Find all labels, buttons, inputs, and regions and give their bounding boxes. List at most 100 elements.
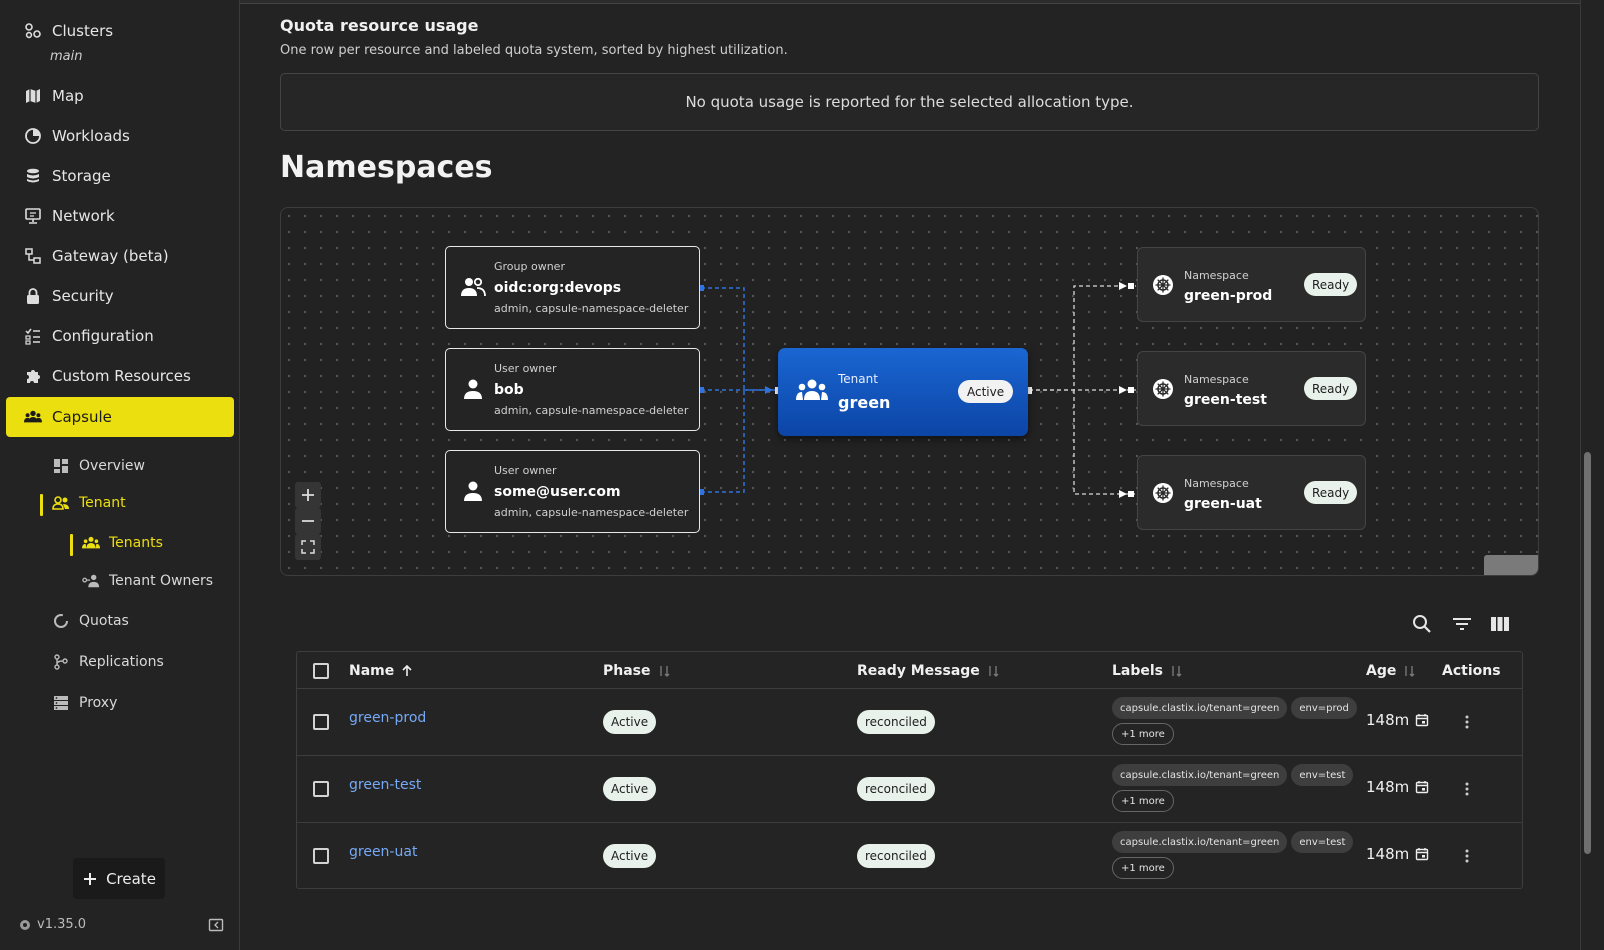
sidebar-item-map[interactable]: Map (6, 77, 234, 115)
tenant-card[interactable]: Tenant green Active (778, 348, 1028, 436)
owner-edge-arrow (765, 386, 773, 394)
sidebar-item-replications[interactable]: Replications (52, 647, 164, 677)
owner-card-user-bob[interactable]: User owner bob admin, capsule-namespace-… (445, 348, 700, 431)
row-actions-menu-icon[interactable] (1458, 847, 1476, 865)
gateway-icon (24, 247, 42, 265)
namespace-status-badge: Ready (1304, 481, 1358, 504)
namespace-graph[interactable]: Group owner oidc:org:devops admin, capsu… (280, 207, 1539, 576)
group-icon (795, 378, 829, 406)
namespace-card-green-uat[interactable]: Namespace green-uat Ready (1137, 455, 1366, 530)
quota-icon (52, 612, 70, 630)
sidebar-item-workloads[interactable]: Workloads (6, 117, 234, 155)
more-labels-chip[interactable]: +1 more (1112, 857, 1174, 879)
sidebar-item-clusters[interactable]: Clusters (6, 12, 234, 50)
columns-icon[interactable] (1488, 612, 1512, 636)
namespace-link[interactable]: green-test (349, 777, 421, 793)
namespace-status-badge: Ready (1304, 377, 1358, 400)
column-header-name[interactable]: Name (349, 652, 414, 689)
namespace-status-badge: Ready (1304, 273, 1358, 296)
group-icon (82, 534, 100, 552)
fit-view-button[interactable] (295, 534, 321, 560)
row-actions-menu-icon[interactable] (1458, 713, 1476, 731)
version-info: v1.35.0 (19, 917, 86, 932)
column-header-phase[interactable]: Phase (603, 652, 671, 689)
sidebar-item-custom-resources[interactable]: Custom Resources (6, 357, 234, 395)
ns-2-handle (1128, 491, 1134, 497)
sidebar-item-tenant[interactable]: Tenant (52, 488, 126, 518)
sidebar-item-label: Quotas (79, 613, 129, 629)
filter-icon[interactable] (1450, 612, 1474, 636)
edge-owner-0 (701, 287, 778, 391)
tenant-selected-indicator (40, 494, 43, 516)
collapse-icon (208, 918, 224, 932)
column-label: Ready Message (857, 662, 980, 679)
age-value: 148m (1366, 711, 1410, 729)
scrollbar-thumb[interactable] (1584, 452, 1591, 854)
search-icon[interactable] (1410, 612, 1434, 636)
namespace-link[interactable]: green-prod (349, 710, 426, 726)
sidebar-item-tenants[interactable]: Tenants (82, 528, 163, 558)
sidebar-item-proxy[interactable]: Proxy (52, 688, 117, 718)
sidebar-item-security[interactable]: Security (6, 277, 234, 315)
workloads-icon (24, 127, 42, 145)
zoom-out-button[interactable] (295, 508, 321, 534)
sidebar-item-network[interactable]: Network (6, 197, 234, 235)
sidebar-item-quotas[interactable]: Quotas (52, 606, 129, 636)
owner-kind: User owner (494, 464, 557, 477)
sidebar-item-tenant-owners[interactable]: Tenant Owners (82, 566, 213, 596)
table-row[interactable]: green-test Active reconciled capsule.cla… (297, 756, 1522, 823)
graph-minimap[interactable] (1484, 555, 1538, 575)
age-value: 148m (1366, 778, 1410, 796)
row-actions-menu-icon[interactable] (1458, 780, 1476, 798)
sort-icon (989, 665, 999, 677)
user-icon (460, 480, 486, 506)
group-icon (24, 408, 42, 426)
kubernetes-icon (1152, 274, 1174, 296)
sidebar-item-label: Tenant (79, 495, 126, 511)
sidebar-item-capsule[interactable]: Capsule (6, 397, 234, 437)
sidebar-item-storage[interactable]: Storage (6, 157, 234, 195)
puzzle-icon (24, 367, 42, 385)
sidebar-item-gateway[interactable]: Gateway (beta) (6, 237, 234, 275)
table-row[interactable]: green-uat Active reconciled capsule.clas… (297, 823, 1522, 890)
phase-badge: Active (603, 844, 657, 868)
server-icon (52, 694, 70, 712)
kubernetes-icon (1152, 378, 1174, 400)
label-chip: env=test (1291, 831, 1354, 853)
clusters-icon (24, 22, 42, 40)
row-checkbox[interactable] (313, 848, 329, 864)
branch-icon (52, 653, 70, 671)
zoom-in-button[interactable] (295, 482, 321, 508)
sidebar-item-overview[interactable]: Overview (52, 451, 145, 481)
row-checkbox[interactable] (313, 781, 329, 797)
sidebar-item-configuration[interactable]: Configuration (6, 317, 234, 355)
column-header-age[interactable]: Age (1366, 652, 1416, 689)
row-checkbox[interactable] (313, 714, 329, 730)
owner-card-user-email[interactable]: User owner some@user.com admin, capsule-… (445, 450, 700, 533)
owner-name: oidc:org:devops (494, 280, 622, 296)
ns-2-arrow (1119, 490, 1127, 498)
namespace-card-green-test[interactable]: Namespace green-test Ready (1137, 351, 1366, 426)
more-labels-chip[interactable]: +1 more (1112, 723, 1174, 745)
ns-0-handle (1128, 283, 1134, 289)
sidebar-item-label: Tenant Owners (109, 573, 214, 589)
column-header-labels[interactable]: Labels (1112, 652, 1183, 689)
owner-card-group[interactable]: Group owner oidc:org:devops admin, capsu… (445, 246, 700, 329)
configuration-icon (24, 327, 42, 345)
quota-section-subtitle: One row per resource and labeled quota s… (280, 43, 788, 58)
namespace-card-green-prod[interactable]: Namespace green-prod Ready (1137, 247, 1366, 322)
create-button[interactable]: Create (73, 858, 165, 899)
more-labels-chip[interactable]: +1 more (1112, 790, 1174, 812)
collapse-sidebar-button[interactable] (208, 917, 224, 933)
select-all-checkbox[interactable] (313, 663, 329, 679)
sidebar-item-label: Capsule (52, 408, 112, 426)
plus-icon (82, 871, 98, 887)
namespace-kind: Namespace (1184, 477, 1249, 490)
tenant-name: green (838, 393, 891, 412)
lock-icon (24, 287, 42, 305)
namespace-link[interactable]: green-uat (349, 844, 417, 860)
column-label: Age (1366, 662, 1397, 679)
quota-empty-message: No quota usage is reported for the selec… (685, 93, 1134, 111)
column-header-ready-message[interactable]: Ready Message (857, 652, 1000, 689)
table-row[interactable]: green-prod Active reconciled capsule.cla… (297, 689, 1522, 756)
